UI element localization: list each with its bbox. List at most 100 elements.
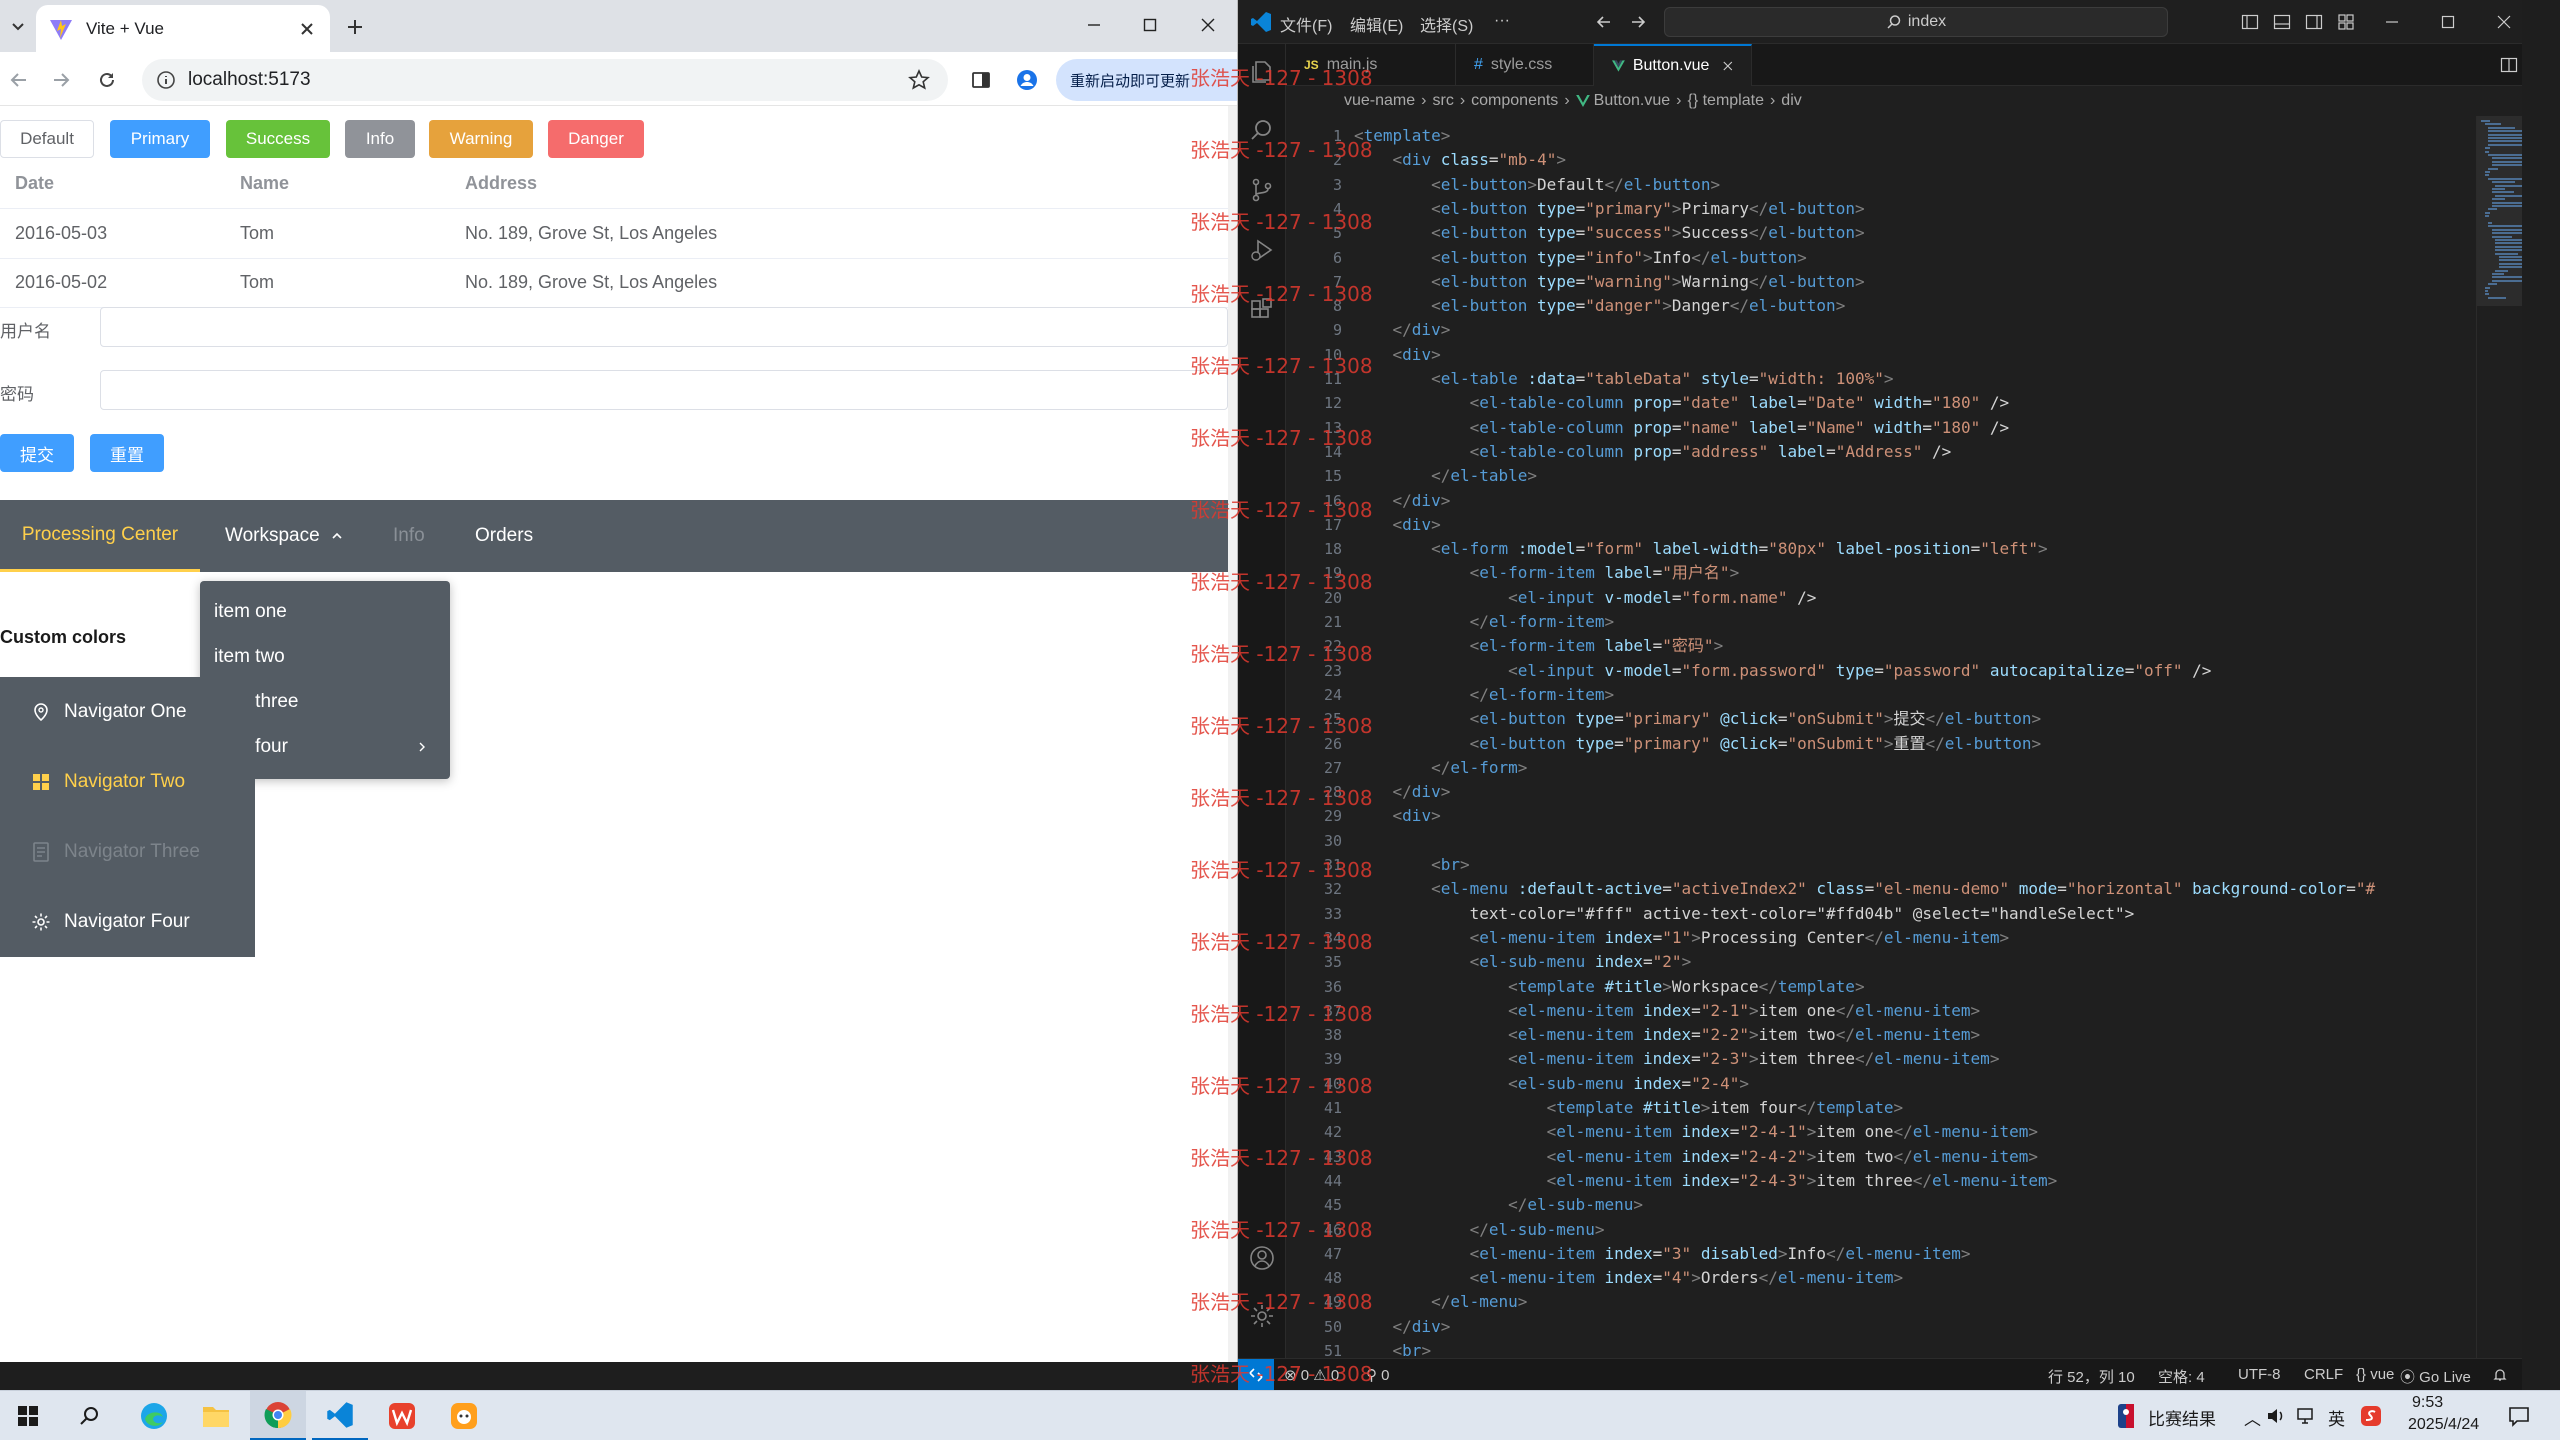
site-info-icon[interactable] [156, 70, 176, 90]
breadcrumb-item[interactable]: Button.vue [1594, 92, 1671, 110]
tab-search-button[interactable] [2, 10, 34, 42]
edge-browser-icon [141, 1403, 167, 1429]
notification-center-icon[interactable] [2508, 1405, 2530, 1427]
menu-file[interactable]: 文件(F) [1280, 12, 1332, 36]
toggle-secondary-sidebar-button[interactable] [2302, 10, 2326, 34]
minimize-button[interactable] [1066, 0, 1122, 50]
taskbar-file-explorer[interactable] [188, 1391, 244, 1440]
taskbar-app[interactable] [436, 1391, 492, 1440]
clock-date[interactable]: 2025/4/24 [2408, 1416, 2479, 1434]
menu-item-orders[interactable]: Orders [475, 500, 533, 572]
arrow-right-icon[interactable] [1628, 12, 1648, 32]
close-window-button[interactable] [1180, 0, 1236, 50]
reset-button[interactable]: 重置 [90, 434, 164, 472]
breadcrumb-item[interactable]: components [1471, 92, 1558, 110]
submenu-workspace[interactable]: Workspace [225, 500, 344, 572]
omnibox[interactable]: localhost:5173 [142, 59, 948, 101]
breadcrumb-item[interactable]: vue-name [1344, 92, 1415, 110]
breadcrumb-item[interactable]: src [1432, 92, 1453, 110]
side-panel-button[interactable] [966, 65, 996, 95]
command-center-search[interactable]: index [1664, 7, 2168, 37]
network-icon[interactable] [2296, 1406, 2318, 1426]
info-button[interactable]: Info [345, 120, 415, 158]
taskbar-vscode[interactable] [312, 1391, 368, 1440]
submenu-item-one[interactable]: item one [200, 589, 450, 634]
new-tab-button[interactable] [340, 12, 370, 42]
encoding[interactable]: UTF-8 [2238, 1366, 2281, 1383]
problems-indicator[interactable]: ⊗ 0 ⚠ 0 [1284, 1366, 1339, 1384]
browser-tab[interactable]: Vite + Vue [36, 5, 330, 52]
indentation[interactable]: 空格: 4 [2158, 1366, 2205, 1387]
username-input[interactable] [100, 307, 1228, 347]
vscode-minimize-button[interactable] [2380, 10, 2404, 34]
cursor-position[interactable]: 行 52，列 10 [2048, 1366, 2135, 1387]
explorer-button[interactable] [1238, 48, 1286, 96]
breadcrumb-item[interactable]: div [1781, 92, 1801, 110]
page-scrollbar[interactable] [1228, 106, 1237, 1362]
menu-edit[interactable]: 编辑(E) [1350, 12, 1403, 36]
bell-icon[interactable] [2492, 1367, 2508, 1383]
taskbar-chrome[interactable] [250, 1391, 306, 1440]
source-control-button[interactable] [1238, 166, 1286, 214]
menu-more[interactable]: ··· [1494, 12, 1510, 30]
status-bar: ⊗ 0 ⚠ 0 ⚲ 0 行 52，列 10 空格: 4 UTF-8 CRLF {… [1238, 1358, 2560, 1390]
toggle-sidebar-button[interactable] [2238, 10, 2262, 34]
menu-selection[interactable]: 选择(S) [1420, 12, 1473, 36]
password-input[interactable] [100, 370, 1228, 410]
warning-button[interactable]: Warning [429, 120, 533, 158]
extensions-button[interactable] [1238, 286, 1286, 334]
start-button[interactable] [0, 1391, 56, 1440]
split-editor-icon[interactable] [2500, 56, 2518, 74]
nav-item-one[interactable]: Navigator One [0, 677, 255, 747]
news-widget[interactable]: 比赛结果 [2148, 1405, 2216, 1430]
close-tab-icon[interactable] [1723, 60, 1733, 72]
nav-item-two[interactable]: Navigator Two [0, 747, 255, 817]
manage-button[interactable] [1238, 1292, 1286, 1340]
vscode-close-button[interactable] [2492, 10, 2516, 34]
nav-item-four[interactable]: Navigator Four [0, 887, 255, 957]
close-tab-icon[interactable] [296, 18, 318, 40]
tab-style-css[interactable]: # style.css [1456, 44, 1594, 86]
breadcrumb-item[interactable]: {} template [1687, 92, 1764, 110]
speaker-icon[interactable] [2266, 1406, 2286, 1426]
taskbar-wps[interactable] [374, 1391, 430, 1440]
toggle-panel-button[interactable] [2270, 10, 2294, 34]
primary-button[interactable]: Primary [110, 120, 210, 158]
language-mode[interactable]: {} vue [2356, 1366, 2394, 1383]
vscode-maximize-button[interactable] [2436, 10, 2460, 34]
run-debug-icon [1251, 239, 1273, 261]
back-button[interactable] [4, 65, 34, 95]
success-button[interactable]: Success [226, 120, 330, 158]
tab-main-js[interactable]: JS main.js [1286, 44, 1456, 86]
search-view-button[interactable] [1238, 106, 1286, 154]
reload-button[interactable] [92, 65, 122, 95]
tab-button-vue[interactable]: Button.vue [1594, 44, 1752, 86]
ime-indicator[interactable]: 英 [2328, 1405, 2345, 1430]
restart-to-update-button[interactable]: 重新启动即可更新 [1056, 59, 1237, 101]
bookmark-star-button[interactable] [904, 65, 934, 95]
submit-button[interactable]: 提交 [0, 434, 74, 472]
accounts-button[interactable] [1238, 1234, 1286, 1282]
sogou-ime-icon[interactable] [2360, 1405, 2382, 1427]
submenu-item-two[interactable]: item two [200, 634, 450, 679]
maximize-button[interactable] [1122, 0, 1178, 50]
taskbar-edge[interactable] [126, 1391, 182, 1440]
arrow-left-icon[interactable] [1594, 12, 1614, 32]
clock-time[interactable]: 9:53 [2412, 1394, 2443, 1412]
danger-button[interactable]: Danger [548, 120, 644, 158]
code-editor[interactable]: 1 <template> 2 <div class="mb-4"> 3 <el-but… [1286, 116, 2476, 1358]
search-text: index [1907, 13, 1947, 30]
forward-button[interactable] [46, 65, 76, 95]
run-debug-button[interactable] [1238, 226, 1286, 274]
line-ending[interactable]: CRLF [2304, 1366, 2343, 1383]
code-line: <el-menu-item index="2-3">item three</el… [1508, 1049, 2000, 1069]
ports-indicator[interactable]: ⚲ 0 [1366, 1366, 1390, 1384]
remote-indicator-button[interactable] [1238, 1359, 1274, 1390]
go-live-button[interactable]: ⦿ Go Live [2400, 1366, 2471, 1387]
tray-overflow-icon[interactable]: ︿ [2244, 1405, 2261, 1430]
taskbar-search-button[interactable] [62, 1391, 118, 1440]
default-button[interactable]: Default [0, 120, 94, 158]
menu-item-processing-center[interactable]: Processing Center [0, 500, 200, 572]
customize-layout-button[interactable] [2334, 10, 2358, 34]
profile-button[interactable] [1012, 65, 1042, 95]
